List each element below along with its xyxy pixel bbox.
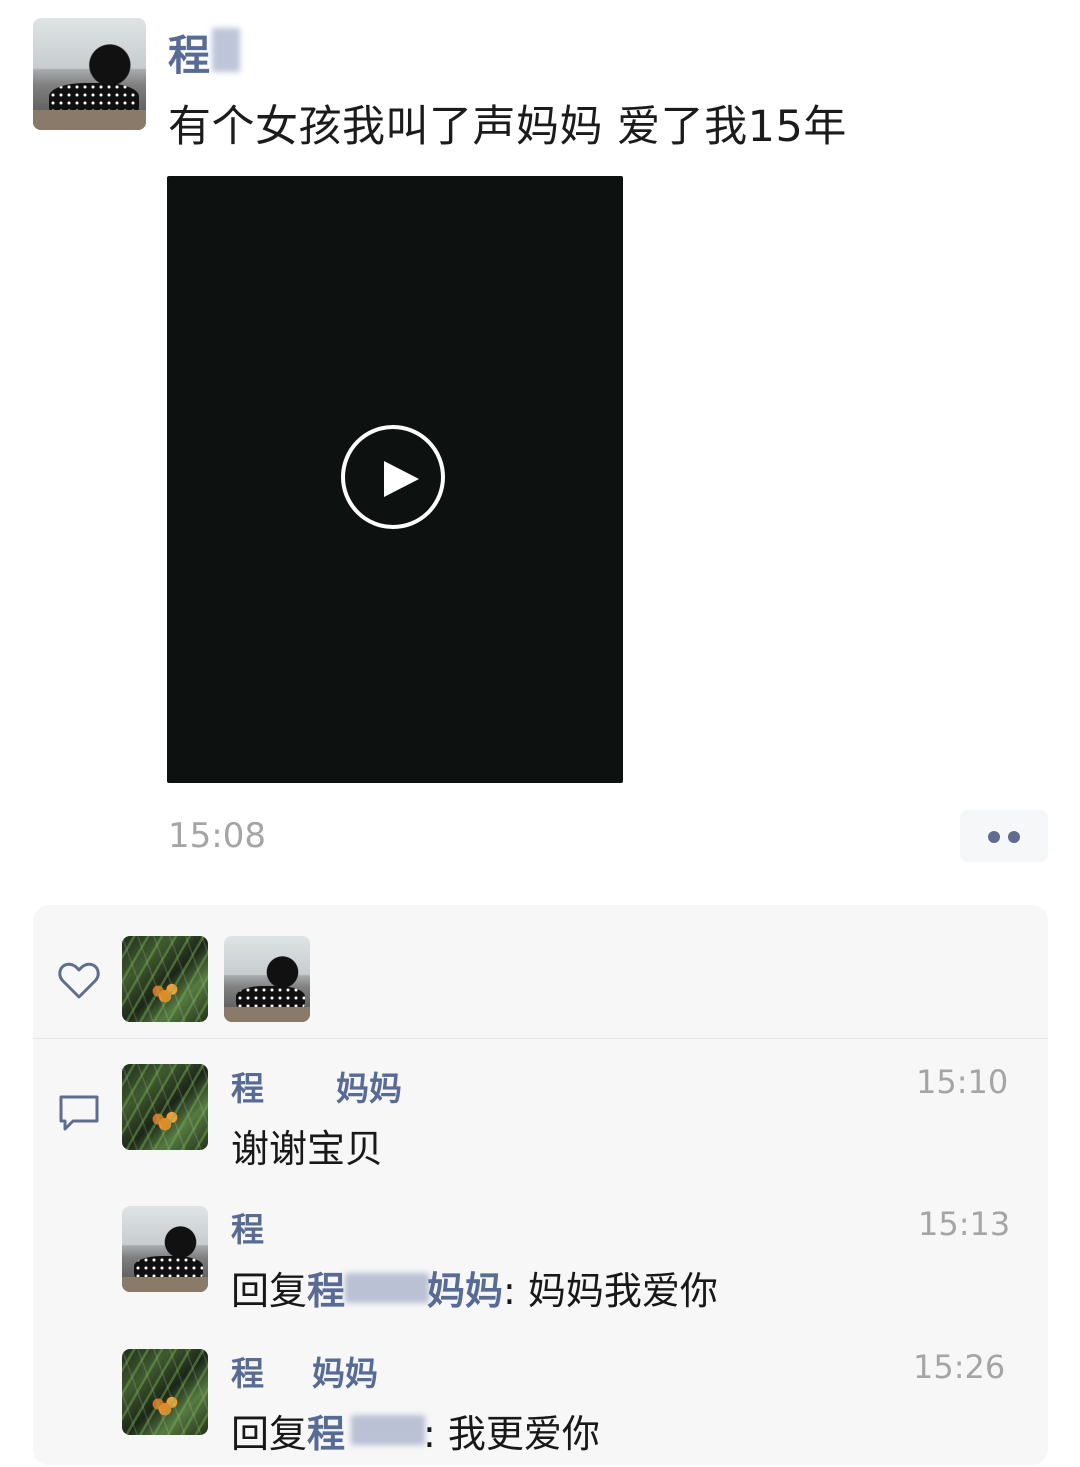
reply-time: 15:13: [918, 1205, 1011, 1243]
reply-to-name-end[interactable]: 妈妈: [427, 1269, 503, 1313]
comment-author-name[interactable]: 程妈妈: [231, 1062, 402, 1110]
video-thumbnail[interactable]: [167, 176, 623, 783]
comment-text: 谢谢宝贝: [231, 1127, 384, 1171]
reply-redaction: [345, 1273, 429, 1303]
comment-time: 15:10: [916, 1063, 1009, 1101]
more-dot-icon: [1008, 831, 1020, 843]
reply-to-name-start[interactable]: 程: [307, 1269, 345, 1313]
more-actions-button[interactable]: [960, 810, 1048, 862]
second-reply-to-name-start[interactable]: 程: [307, 1412, 345, 1456]
likes-divider: [33, 1038, 1048, 1039]
author-name[interactable]: 程: [168, 22, 210, 83]
second-reply-redaction: [351, 1415, 425, 1445]
second-reply-author-name-suffix: 妈妈: [312, 1354, 378, 1393]
second-reply-time: 15:26: [913, 1348, 1006, 1386]
heart-icon: [55, 957, 103, 1005]
like-avatar-girl[interactable]: [224, 936, 310, 1022]
play-icon[interactable]: [341, 425, 445, 529]
more-dot-icon: [988, 831, 1000, 843]
reply-text: 回复程 妈妈: 妈妈我爱你: [231, 1269, 718, 1313]
interaction-panel: 程妈妈 15:10 谢谢宝贝 程 15:13 回复程 妈妈: 妈妈我爱你 程妈妈 …: [33, 905, 1048, 1465]
author-avatar[interactable]: [33, 18, 146, 130]
second-reply-avatar-flower[interactable]: [122, 1349, 208, 1435]
post-text: 有个女孩我叫了声妈妈 爱了我15年: [168, 102, 847, 152]
second-reply-author-name[interactable]: 程妈妈: [231, 1347, 378, 1395]
name-redaction: [212, 28, 240, 72]
reply-author-name[interactable]: 程: [231, 1203, 264, 1251]
comment-avatar-flower[interactable]: [122, 1064, 208, 1150]
comment-bubble-icon: [55, 1090, 103, 1138]
like-avatar-flower[interactable]: [122, 936, 208, 1022]
post-time: 15:08: [168, 816, 266, 856]
reply-avatar-girl[interactable]: [122, 1206, 208, 1292]
comment-author-name-suffix: 妈妈: [336, 1069, 402, 1108]
